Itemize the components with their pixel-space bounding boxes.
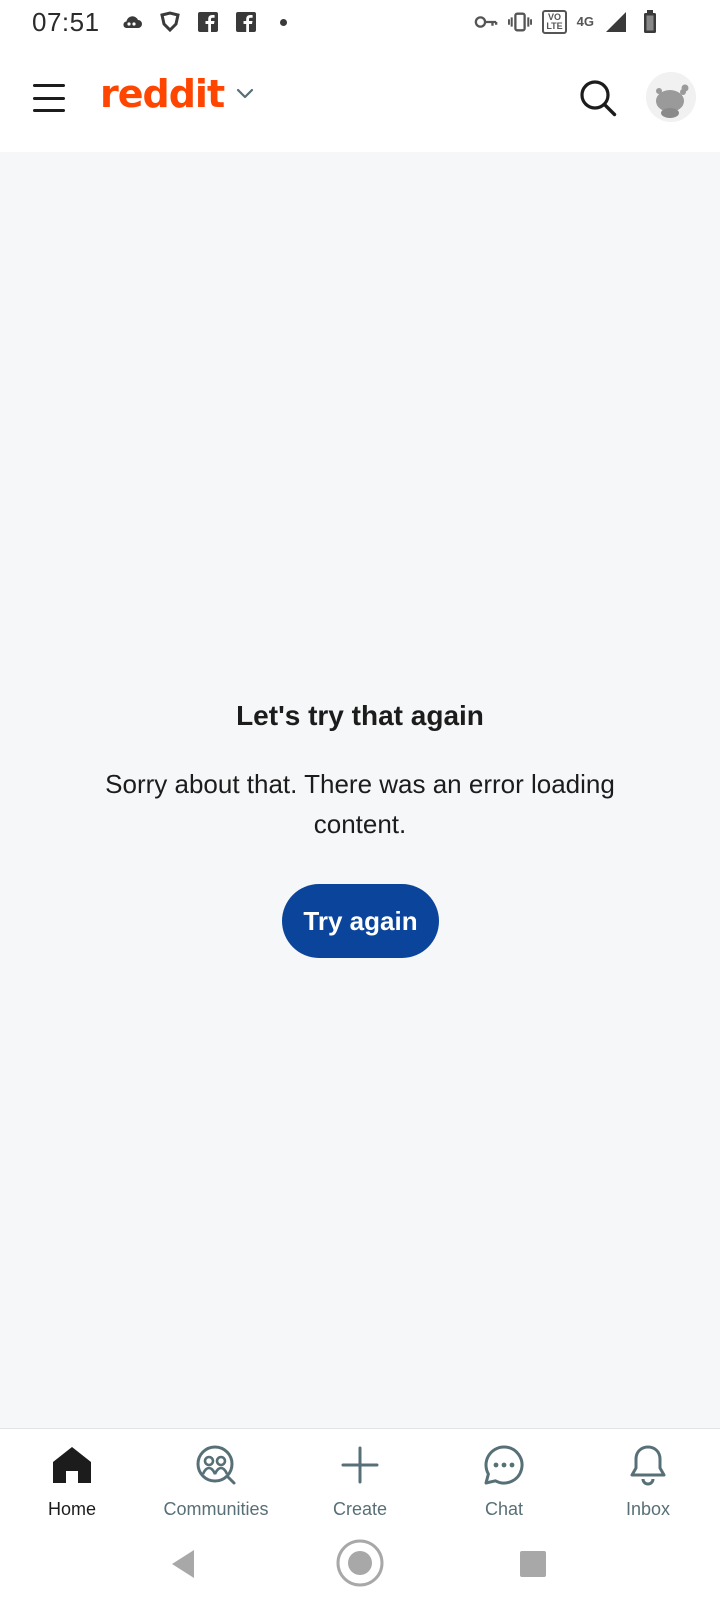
- nav-chat[interactable]: Chat: [432, 1429, 576, 1528]
- nav-create[interactable]: Create: [288, 1429, 432, 1528]
- dot-icon: [272, 10, 296, 34]
- nav-home-label: Home: [47, 1499, 96, 1519]
- shield-icon: [158, 10, 182, 34]
- nav-inbox-label: Inbox: [625, 1499, 671, 1519]
- chevron-down-icon: [236, 87, 254, 105]
- nav-chat-label: Chat: [484, 1499, 524, 1519]
- reddit-logo: reddit: [100, 72, 225, 116]
- search-icon[interactable]: [578, 78, 618, 118]
- facebook-icon: [234, 10, 258, 34]
- network-4g-icon: 4G: [576, 14, 594, 29]
- bottom-nav: Home Communities Create Chat Inbox: [0, 1428, 720, 1528]
- nav-home[interactable]: Home: [0, 1429, 144, 1528]
- status-bar: 07:51 VO LTE 4G: [0, 0, 720, 44]
- signal-icon: [604, 10, 628, 34]
- vibrate-icon: [508, 10, 533, 34]
- nav-communities[interactable]: Communities: [144, 1429, 288, 1528]
- hamburger-menu-icon[interactable]: [30, 78, 68, 118]
- status-time: 07:51: [32, 6, 100, 37]
- system-nav-bar: [0, 1528, 720, 1600]
- cloud-icon: [120, 10, 144, 34]
- nav-inbox[interactable]: Inbox: [576, 1429, 720, 1528]
- battery-icon: [638, 10, 662, 34]
- vpn-key-icon: [474, 10, 498, 34]
- plus-icon: [338, 1443, 382, 1487]
- chat-icon: [482, 1443, 526, 1487]
- nav-communities-label: Communities: [163, 1499, 269, 1519]
- communities-icon: [194, 1443, 238, 1487]
- facebook-icon: [196, 10, 220, 34]
- try-again-button[interactable]: Try again: [282, 884, 439, 958]
- lte-text: LTE: [546, 21, 563, 31]
- error-title: Let's try that again: [236, 700, 484, 731]
- snoo-avatar-icon[interactable]: [646, 72, 696, 122]
- main-content: Let's try that again Sorry about that. T…: [0, 152, 720, 1428]
- status-system-icons: VO LTE 4G: [474, 0, 662, 44]
- feed-switcher[interactable]: reddit: [100, 72, 254, 116]
- bell-icon: [626, 1443, 670, 1487]
- app-header: reddit: [0, 44, 720, 152]
- back-icon[interactable]: [170, 1548, 196, 1585]
- nav-create-label: Create: [332, 1499, 388, 1519]
- error-message: Sorry about that. There was an error loa…: [105, 769, 615, 839]
- status-notification-icons: [120, 10, 296, 34]
- home-icon: [50, 1443, 94, 1487]
- volte-icon: VO LTE: [542, 10, 567, 34]
- recents-icon[interactable]: [519, 1550, 547, 1583]
- home-circle-icon[interactable]: [335, 1538, 385, 1593]
